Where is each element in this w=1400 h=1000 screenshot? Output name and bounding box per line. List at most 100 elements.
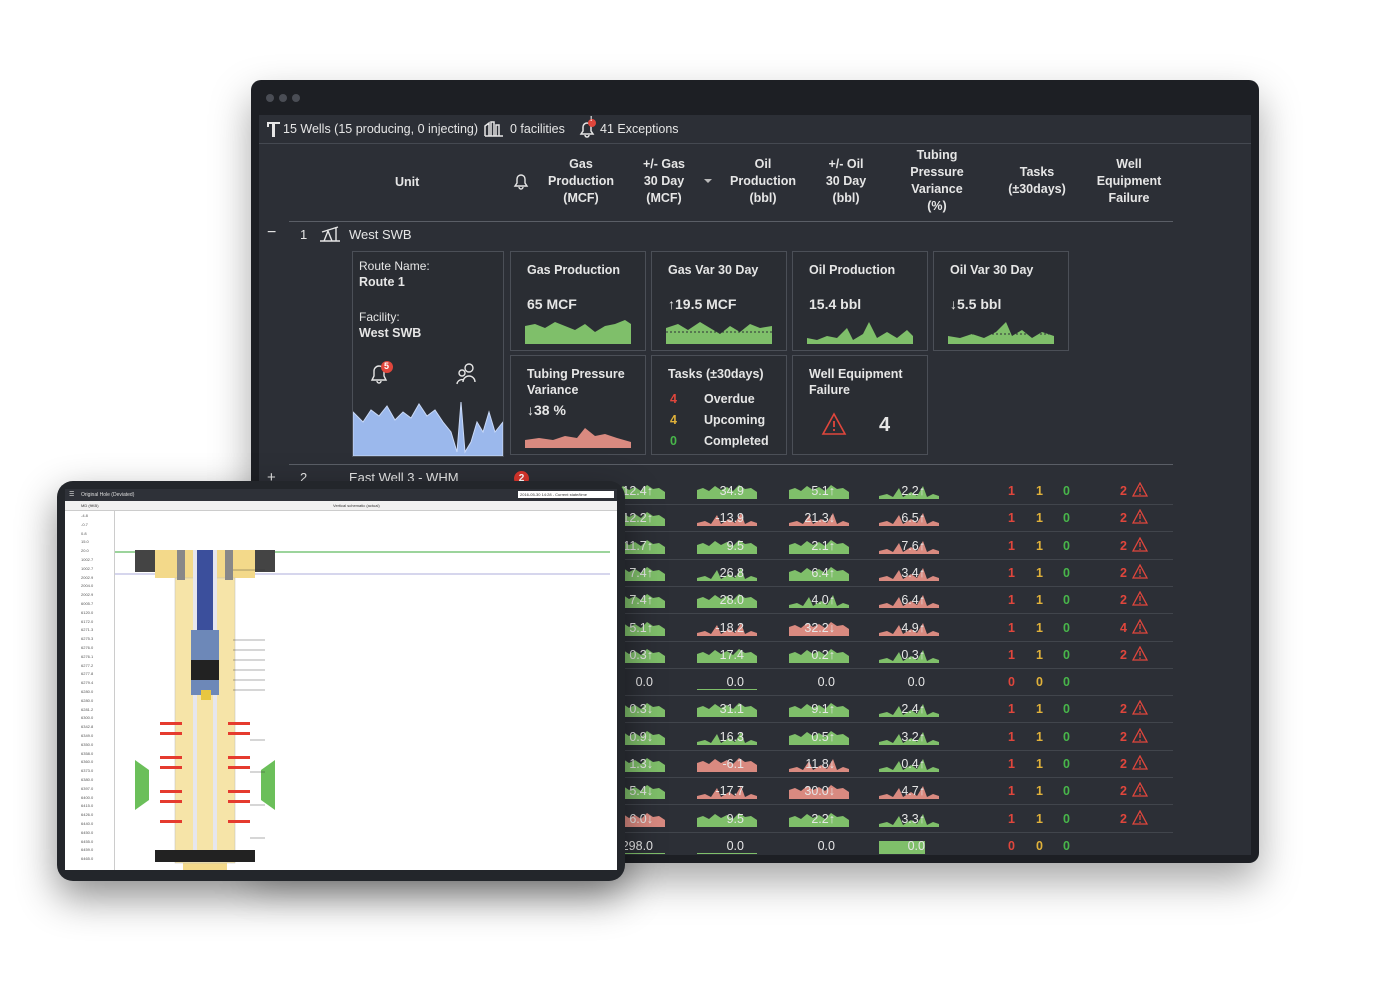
alert-bell-icon[interactable] (369, 360, 395, 386)
upcoming-count[interactable]: 1 (1036, 812, 1043, 826)
header-text: Failure (1108, 191, 1150, 205)
tubing-sparkline (525, 428, 631, 448)
group-index: 1 (300, 227, 308, 242)
facility-value: West SWB (359, 326, 422, 340)
completed-count[interactable]: 0 (1063, 784, 1070, 798)
exceptions-count[interactable]: 41 Exceptions (600, 122, 679, 136)
failure-count[interactable]: 2 (1120, 484, 1127, 498)
overdue-count[interactable]: 1 (1008, 539, 1015, 553)
overdue-count[interactable]: 1 (1008, 511, 1015, 525)
completed-count[interactable]: 0 (1063, 730, 1070, 744)
header-failure[interactable]: Well Equipment Failure (1087, 156, 1171, 207)
upcoming-count[interactable]: 1 (1036, 702, 1043, 716)
overdue-count[interactable]: 1 (1008, 730, 1015, 744)
upcoming-count[interactable]: 1 (1036, 566, 1043, 580)
equipment-failure-card[interactable]: Well Equipment Failure 4 (792, 355, 928, 455)
date-select[interactable]: 2016-05-30 14:28 - Current state/time (518, 491, 614, 498)
oil-var-card[interactable]: Oil Var 30 Day ↓5.5 bbl (933, 251, 1069, 351)
exception-badge: ! (590, 116, 593, 123)
completed-count[interactable]: 0 (1063, 593, 1070, 607)
header-gas-production[interactable]: Gas Production (MCF) (541, 156, 621, 207)
depth-label: 6459.0 (81, 847, 94, 853)
completed-count[interactable]: 0 (1063, 566, 1070, 580)
upcoming-count[interactable]: 0 (1036, 839, 1043, 853)
overdue-count[interactable]: 1 (1008, 648, 1015, 662)
overdue-count[interactable]: 0 (1008, 839, 1015, 853)
overdue-count[interactable]: 1 (1008, 812, 1015, 826)
header-gas-var[interactable]: +/- Gas 30 Day (MCF) (629, 156, 699, 207)
oil-production-value: -17.7 (715, 784, 745, 799)
failure-count[interactable]: 2 (1120, 539, 1127, 553)
status-bar: 15 Wells (15 producing, 0 injecting) 0 f… (259, 115, 1251, 144)
window-dot[interactable] (292, 94, 300, 102)
header-unit[interactable]: Unit (395, 174, 419, 191)
upcoming-count[interactable]: 1 (1036, 593, 1043, 607)
window-dot[interactable] (266, 94, 274, 102)
wells-count[interactable]: 15 Wells (15 producing, 0 injecting) (283, 122, 478, 136)
completed-count[interactable]: 0 (1063, 702, 1070, 716)
upcoming-count[interactable]: 1 (1036, 730, 1043, 744)
failure-count[interactable]: 2 (1120, 730, 1127, 744)
failure-count[interactable]: 4 (1120, 621, 1127, 635)
header-tasks[interactable]: Tasks (±30days) (999, 164, 1075, 198)
failure-count[interactable]: 2 (1120, 757, 1127, 771)
tasks-card[interactable]: Tasks (±30days) 4 Overdue 4 Upcoming 0 C… (651, 355, 787, 455)
completed-count[interactable]: 0 (1063, 648, 1070, 662)
header-oil-var[interactable]: +/- Oil 30 Day (bbl) (813, 156, 879, 207)
completed-count[interactable]: 0 (1063, 675, 1070, 689)
failure-count[interactable]: 2 (1120, 593, 1127, 607)
overdue-count[interactable]: 1 (1008, 593, 1015, 607)
depth-label: 6120.0 (81, 609, 94, 615)
header-tubing[interactable]: Tubing Pressure Variance (%) (899, 147, 975, 215)
upcoming-count[interactable]: 1 (1036, 539, 1043, 553)
upcoming-count[interactable]: 1 (1036, 757, 1043, 771)
upcoming-count[interactable]: 1 (1036, 648, 1043, 662)
completed-count[interactable]: 0 (1063, 839, 1070, 853)
overdue-count[interactable]: 1 (1008, 621, 1015, 635)
upcoming-count[interactable]: 1 (1036, 784, 1043, 798)
failure-count[interactable]: 2 (1120, 648, 1127, 662)
menu-icon[interactable]: ☰ (69, 491, 74, 498)
collapse-toggle[interactable]: − (267, 224, 276, 242)
overdue-count[interactable]: 1 (1008, 784, 1015, 798)
upcoming-count[interactable]: 0 (1036, 675, 1043, 689)
users-icon[interactable] (455, 362, 479, 386)
window-dot[interactable] (279, 94, 287, 102)
tubing-value: 2.4↑ (901, 702, 925, 717)
completed-count[interactable]: 0 (1063, 757, 1070, 771)
overdue-count[interactable]: 1 (1008, 757, 1015, 771)
failure-count[interactable]: 2 (1120, 511, 1127, 525)
failure-count[interactable]: 2 (1120, 784, 1127, 798)
depth-label: 6455.0 (81, 838, 94, 844)
gas-production-card[interactable]: Gas Production 65 MCF (510, 251, 646, 351)
tubing-variance-card[interactable]: Tubing Pressure Variance ↓38 % (510, 355, 646, 455)
overdue-count[interactable]: 1 (1008, 484, 1015, 498)
completed-count[interactable]: 0 (1063, 484, 1070, 498)
upcoming-count[interactable]: 1 (1036, 511, 1043, 525)
upcoming-count[interactable]: 1 (1036, 484, 1043, 498)
header-oil-production[interactable]: Oil Production (bbl) (721, 156, 805, 207)
group-name[interactable]: West SWB (349, 227, 412, 242)
overdue-count[interactable]: 1 (1008, 702, 1015, 716)
depth-label: 6172.0 (81, 618, 94, 624)
completed-count[interactable]: 0 (1063, 511, 1070, 525)
overdue-count[interactable]: 1 (1008, 566, 1015, 580)
overdue-count[interactable]: 0 (1008, 675, 1015, 689)
upcoming-count[interactable]: 1 (1036, 621, 1043, 635)
sort-desc-icon[interactable] (703, 177, 713, 185)
failure-count[interactable]: 2 (1120, 812, 1127, 826)
completed-count[interactable]: 0 (1063, 621, 1070, 635)
header-text: Variance (911, 182, 963, 196)
facilities-count[interactable]: 0 facilities (510, 122, 565, 136)
failure-count[interactable]: 2 (1120, 702, 1127, 716)
failure-count[interactable]: 2 (1120, 566, 1127, 580)
completed-count[interactable]: 0 (1063, 539, 1070, 553)
header-bell-icon[interactable] (512, 171, 530, 191)
oil-var-value: 0.5↑ (811, 729, 835, 744)
card-title: Gas Production (527, 263, 621, 277)
depth-label: 6465.0 (81, 856, 94, 862)
oil-production-card[interactable]: Oil Production 15.4 bbl (792, 251, 928, 351)
completed-count[interactable]: 0 (1063, 812, 1070, 826)
warning-icon (1132, 809, 1148, 825)
gas-var-card[interactable]: Gas Var 30 Day ↑19.5 MCF (651, 251, 787, 351)
